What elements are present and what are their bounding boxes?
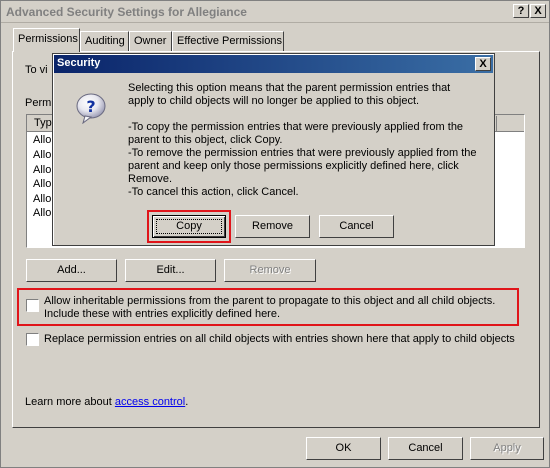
tab-permissions[interactable]: Permissions xyxy=(13,28,80,52)
dialog-message-copy: -To copy the permission entries that wer… xyxy=(128,121,464,146)
advanced-security-window: Advanced Security Settings for Allegianc… xyxy=(0,0,550,468)
replace-entries-checkbox[interactable] xyxy=(26,333,39,346)
copy-button-label: Copy xyxy=(176,220,202,232)
security-dialog: Security X ? Selecting this option means… xyxy=(52,53,495,246)
learn-more-suffix: . xyxy=(185,396,189,408)
remove-entry-button[interactable]: Remove xyxy=(224,259,316,282)
list-item[interactable]: Allo xyxy=(33,178,51,190)
apply-button[interactable]: Apply xyxy=(470,437,544,460)
dialog-message-intro: Selecting this option means that the par… xyxy=(128,82,451,107)
dialog-message-cancel: -To cancel this action, click Cancel. xyxy=(128,186,299,198)
list-item[interactable]: Allo xyxy=(33,164,51,176)
ok-button[interactable]: OK xyxy=(306,437,381,460)
access-control-link[interactable]: access control xyxy=(115,396,185,408)
window-close-button[interactable]: X xyxy=(530,4,546,18)
dialog-message: Selecting this option means that the par… xyxy=(128,82,478,199)
dialog-close-button[interactable]: X xyxy=(475,57,491,71)
replace-entries-label: Replace permission entries on all child … xyxy=(44,333,515,345)
learn-more-prefix: Learn more about xyxy=(25,396,112,408)
list-item[interactable]: Allo xyxy=(33,134,51,146)
list-item[interactable]: Allo xyxy=(33,149,51,161)
window-title-bar[interactable]: Advanced Security Settings for Allegianc… xyxy=(1,1,549,23)
tab-owner[interactable]: Owner xyxy=(129,31,172,51)
tab-auditing[interactable]: Auditing xyxy=(80,31,129,51)
edit-button[interactable]: Edit... xyxy=(125,259,216,282)
dialog-title-bar[interactable]: Security X xyxy=(54,55,493,73)
question-icon: ? xyxy=(76,93,106,124)
list-item[interactable]: Allo xyxy=(33,193,51,205)
inherit-permissions-checkbox[interactable] xyxy=(26,299,39,312)
add-button[interactable]: Add... xyxy=(26,259,117,282)
learn-more-text: Learn more about access control. xyxy=(25,396,188,408)
svg-text:?: ? xyxy=(86,97,95,116)
list-item[interactable]: Allo xyxy=(33,207,51,219)
help-button[interactable]: ? xyxy=(513,4,529,18)
copy-button[interactable]: Copy xyxy=(152,215,226,238)
dialog-title: Security xyxy=(57,57,101,69)
dialog-cancel-button[interactable]: Cancel xyxy=(319,215,394,238)
permission-entries-label: Permi xyxy=(25,97,54,109)
dialog-message-remove: -To remove the permission entries that w… xyxy=(128,147,477,185)
dialog-remove-button[interactable]: Remove xyxy=(235,215,310,238)
permissions-intro-text: To vi xyxy=(25,64,48,76)
inherit-permissions-label: Allow inheritable permissions from the p… xyxy=(44,295,496,320)
column-header-type[interactable]: Typ xyxy=(34,117,52,129)
tab-effective-permissions[interactable]: Effective Permissions xyxy=(172,31,284,51)
column-divider xyxy=(496,116,497,131)
window-title: Advanced Security Settings for Allegianc… xyxy=(6,5,247,19)
cancel-button[interactable]: Cancel xyxy=(388,437,463,460)
